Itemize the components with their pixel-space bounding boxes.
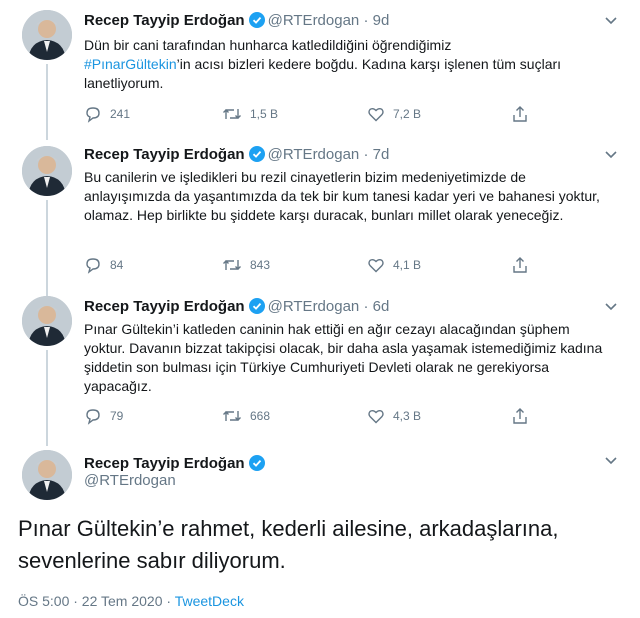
hashtag-link[interactable]: #PınarGültekin xyxy=(84,56,177,72)
author-handle[interactable]: @RTErdogan xyxy=(268,12,360,29)
like-count: 4,3 B xyxy=(393,409,422,423)
tweet-header: Recep Tayyip Erdoğan xyxy=(84,455,268,472)
chevron-down-icon[interactable] xyxy=(604,16,618,26)
author-name[interactable]: Recep Tayyip Erdoğan xyxy=(84,12,245,29)
reply-count: 84 xyxy=(110,258,124,272)
reply-button[interactable]: 79 xyxy=(84,406,123,426)
retweet-button[interactable]: 1,5 B xyxy=(222,104,278,124)
chevron-down-icon[interactable] xyxy=(604,150,618,160)
retweet-icon xyxy=(223,109,241,119)
tweet-actions: 84 843 4,1 B xyxy=(84,255,544,275)
reply-button[interactable]: 241 xyxy=(84,104,130,124)
retweet-count: 1,5 B xyxy=(250,107,279,121)
chevron-down-icon[interactable] xyxy=(604,456,618,466)
author-handle[interactable]: @RTErdogan xyxy=(268,146,360,163)
tweet-header: Recep Tayyip Erdoğan @RTErdogan · 9d xyxy=(84,12,389,29)
share-button[interactable] xyxy=(511,406,537,426)
retweet-button[interactable]: 668 xyxy=(222,406,270,426)
like-icon xyxy=(368,410,384,424)
tweet-age[interactable]: 7d xyxy=(373,146,390,163)
like-button[interactable]: 7,2 B xyxy=(367,104,421,124)
avatar[interactable] xyxy=(22,10,72,60)
author-name[interactable]: Recep Tayyip Erdoğan xyxy=(84,146,245,163)
verified-badge-icon xyxy=(248,298,265,314)
separator-dot: · xyxy=(162,593,175,609)
tweet-2[interactable]: Recep Tayyip Erdoğan @RTErdogan · 7d Bu c… xyxy=(0,140,640,296)
like-button[interactable]: 4,1 B xyxy=(367,255,421,275)
verified-badge-icon xyxy=(248,12,265,28)
thread-line xyxy=(46,350,48,446)
tweet-source-link[interactable]: TweetDeck xyxy=(175,593,244,609)
main-tweet-text: Pınar Gültekin’e rahmet, kederli ailesin… xyxy=(18,516,559,573)
tweet-text: Bu canilerin ve işledikleri bu rezil cin… xyxy=(84,169,600,223)
retweet-icon xyxy=(223,260,241,270)
share-icon xyxy=(513,257,527,273)
retweet-icon xyxy=(223,411,241,421)
tweet-actions: 241 1,5 B 7,2 B xyxy=(84,104,544,124)
tweet-3[interactable]: Recep Tayyip Erdoğan @RTErdogan · 6d Pına… xyxy=(0,296,640,446)
avatar[interactable] xyxy=(22,146,72,196)
reply-button[interactable]: 84 xyxy=(84,255,123,275)
author-handle[interactable]: @RTErdogan xyxy=(268,298,360,315)
tweet-header: Recep Tayyip Erdoğan @RTErdogan · 7d xyxy=(84,146,389,163)
tweet-age[interactable]: 9d xyxy=(373,12,390,29)
author-handle[interactable]: @RTErdogan xyxy=(84,472,176,489)
avatar[interactable] xyxy=(22,296,72,346)
avatar[interactable] xyxy=(22,450,72,500)
tweet-text: Pınar Gültekin’i katleden caninin hak et… xyxy=(84,321,603,394)
share-button[interactable] xyxy=(511,255,537,275)
like-count: 7,2 B xyxy=(393,107,422,121)
reply-icon xyxy=(86,258,100,274)
tweet-meta: ÖS 5:00 · 22 Tem 2020 · TweetDeck xyxy=(18,593,244,609)
reply-icon xyxy=(86,409,100,425)
author-name[interactable]: Recep Tayyip Erdoğan xyxy=(84,455,245,472)
tweet-age[interactable]: 6d xyxy=(373,298,390,315)
verified-badge-icon xyxy=(248,455,265,471)
separator-dot: · xyxy=(359,12,373,29)
verified-badge-icon xyxy=(248,146,265,162)
share-icon xyxy=(513,106,527,122)
reply-icon xyxy=(86,107,100,123)
retweet-count: 843 xyxy=(250,258,271,272)
author-name[interactable]: Recep Tayyip Erdoğan xyxy=(84,298,245,315)
reply-count: 79 xyxy=(110,409,124,423)
chevron-down-icon[interactable] xyxy=(604,302,618,312)
tweet-text: Dün bir cani tarafından hunharca katledi… xyxy=(84,36,614,93)
tweet-timestamp[interactable]: ÖS 5:00 · 22 Tem 2020 xyxy=(18,593,163,609)
like-icon xyxy=(368,259,384,273)
retweet-button[interactable]: 843 xyxy=(222,255,270,275)
like-button[interactable]: 4,3 B xyxy=(367,406,421,426)
thread-line xyxy=(46,200,48,296)
share-icon xyxy=(513,408,527,424)
like-count: 4,1 B xyxy=(393,258,422,272)
share-button[interactable] xyxy=(511,104,537,124)
retweet-count: 668 xyxy=(250,409,271,423)
reply-count: 241 xyxy=(110,107,131,121)
tweet-actions: 79 668 4,3 B xyxy=(84,406,544,426)
like-icon xyxy=(368,108,384,122)
tweet-text-pre: Dün bir cani tarafından hunharca katledi… xyxy=(84,37,452,53)
thread-line xyxy=(46,64,48,140)
tweet-1[interactable]: Recep Tayyip Erdoğan @RTErdogan · 9d Dün … xyxy=(0,0,640,140)
separator-dot: · xyxy=(359,298,373,315)
tweet-header: Recep Tayyip Erdoğan @RTErdogan · 6d xyxy=(84,298,389,315)
separator-dot: · xyxy=(359,146,373,163)
